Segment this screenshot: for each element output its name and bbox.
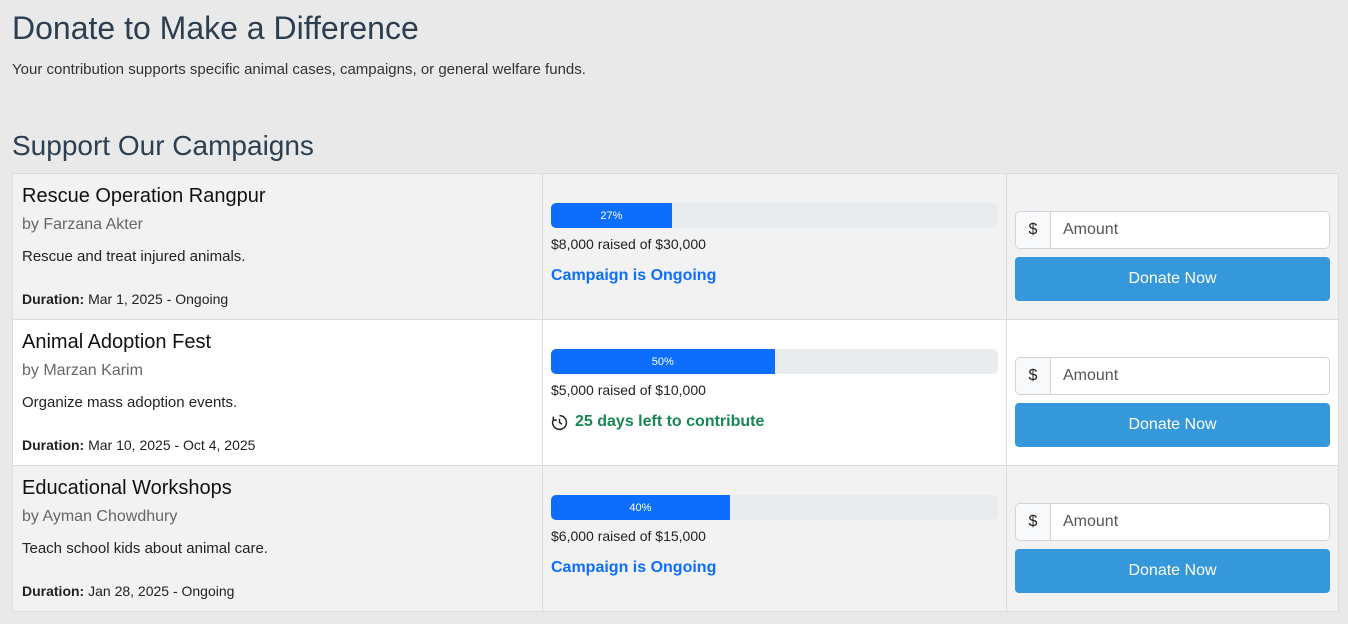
currency-prefix: $ (1016, 358, 1051, 394)
campaign-description: Teach school kids about animal care. (22, 540, 268, 557)
campaign-info: Educational Workshops by Ayman Chowdhury… (13, 466, 543, 611)
donate-now-button[interactable]: Donate Now (1015, 549, 1330, 593)
amount-input[interactable] (1051, 504, 1329, 540)
campaign-status: Campaign is Ongoing (551, 559, 717, 576)
duration-value: Jan 28, 2025 - Ongoing (88, 583, 235, 599)
donate-form: $ Donate Now (1007, 320, 1338, 465)
donate-now-button[interactable]: Donate Now (1015, 257, 1330, 301)
campaign-progress: 50% $5,000 raised of $10,000 25 days lef… (543, 320, 1007, 465)
amount-input-group: $ (1015, 503, 1330, 541)
campaign-info: Animal Adoption Fest by Marzan Karim Org… (13, 320, 543, 465)
campaign-title: Rescue Operation Rangpur (22, 185, 266, 207)
campaign-description: Rescue and treat injured animals. (22, 248, 246, 265)
duration-label: Duration: (22, 291, 85, 307)
amount-input[interactable] (1051, 212, 1329, 248)
campaign-row: Educational Workshops by Ayman Chowdhury… (13, 465, 1338, 611)
days-left-text: 25 days left to contribute (575, 413, 765, 430)
amount-input-group: $ (1015, 357, 1330, 395)
donate-form: $ Donate Now (1007, 466, 1338, 611)
campaign-duration: Duration: Mar 10, 2025 - Oct 4, 2025 (22, 437, 255, 453)
currency-prefix: $ (1016, 504, 1051, 540)
duration-label: Duration: (22, 437, 85, 453)
campaign-duration: Duration: Mar 1, 2025 - Ongoing (22, 291, 228, 307)
donate-now-button[interactable]: Donate Now (1015, 403, 1330, 447)
section-title: Support Our Campaigns (12, 130, 314, 161)
donate-form: $ Donate Now (1007, 174, 1338, 319)
currency-prefix: $ (1016, 212, 1051, 248)
progress-bar: 27% (551, 203, 998, 228)
page-subtitle: Your contribution supports specific anim… (12, 61, 586, 78)
duration-value: Mar 10, 2025 - Oct 4, 2025 (88, 437, 256, 453)
raised-amount: $8,000 raised of $30,000 (551, 236, 706, 252)
raised-amount: $5,000 raised of $10,000 (551, 382, 706, 398)
amount-input-group: $ (1015, 211, 1330, 249)
campaign-title: Animal Adoption Fest (22, 331, 211, 353)
campaign-duration: Duration: Jan 28, 2025 - Ongoing (22, 583, 234, 599)
campaign-row: Animal Adoption Fest by Marzan Karim Org… (13, 319, 1338, 465)
campaign-author: by Ayman Chowdhury (22, 508, 178, 525)
campaign-row: Rescue Operation Rangpur by Farzana Akte… (13, 174, 1338, 319)
campaign-author: by Marzan Karim (22, 362, 143, 379)
progress-bar: 50% (551, 349, 998, 374)
campaign-author: by Farzana Akter (22, 216, 143, 233)
duration-value: Mar 1, 2025 - Ongoing (88, 291, 229, 307)
campaign-progress: 27% $8,000 raised of $30,000 Campaign is… (543, 174, 1007, 319)
progress-fill: 27% (551, 203, 672, 228)
campaign-status: Campaign is Ongoing (551, 267, 717, 284)
campaign-title: Educational Workshops (22, 477, 232, 499)
campaign-table: Rescue Operation Rangpur by Farzana Akte… (12, 173, 1339, 612)
campaign-progress: 40% $6,000 raised of $15,000 Campaign is… (543, 466, 1007, 611)
duration-label: Duration: (22, 583, 85, 599)
progress-fill: 40% (551, 495, 730, 520)
campaign-description: Organize mass adoption events. (22, 394, 238, 411)
campaign-status: 25 days left to contribute (551, 413, 764, 431)
clock-icon (551, 414, 568, 430)
campaign-info: Rescue Operation Rangpur by Farzana Akte… (13, 174, 543, 319)
raised-amount: $6,000 raised of $15,000 (551, 528, 706, 544)
progress-fill: 50% (551, 349, 775, 374)
page-title: Donate to Make a Difference (12, 10, 419, 46)
amount-input[interactable] (1051, 358, 1329, 394)
progress-bar: 40% (551, 495, 998, 520)
